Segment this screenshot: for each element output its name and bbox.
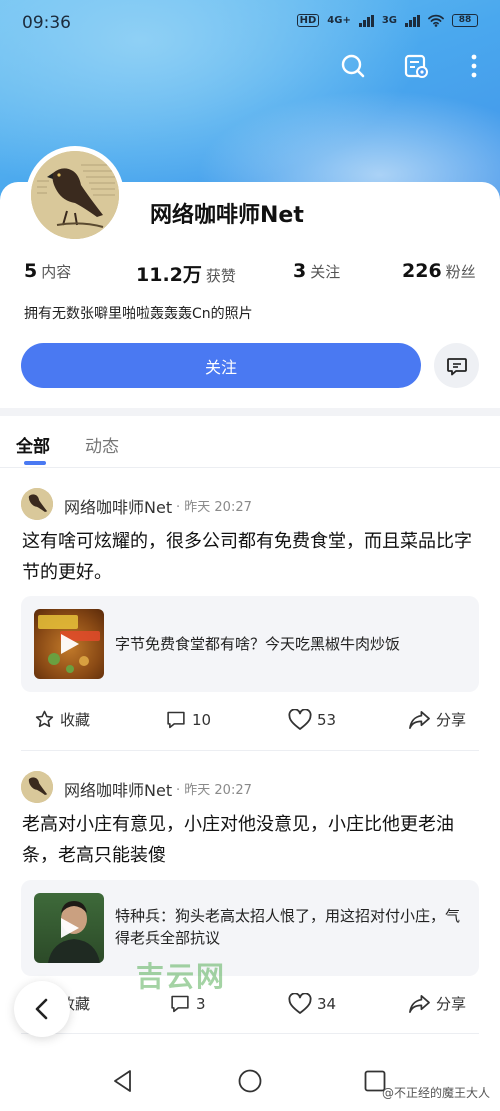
follow-button-label: 关注 <box>204 357 237 377</box>
play-icon <box>61 634 79 654</box>
chat-bubble-icon <box>446 357 467 375</box>
stat-followers[interactable]: 226 粉丝 <box>402 260 476 282</box>
video-thumbnail <box>34 893 104 963</box>
stat-value: 226 <box>402 260 442 282</box>
share-icon <box>409 711 430 729</box>
chevron-left-icon <box>35 998 48 1020</box>
collect-label: 收藏 <box>60 711 91 729</box>
search-button[interactable] <box>337 50 369 82</box>
post-author-name[interactable]: 网络咖啡师Net <box>64 494 172 518</box>
video-link-title: 字节免费食堂都有啥？今天吃黑椒牛肉炒饭 <box>115 635 401 653</box>
share-label: 分享 <box>436 711 467 729</box>
post-text[interactable]: 这有啥可炫耀的，很多公司都有免费食堂，而且菜品比字节的更好。 <box>22 526 482 588</box>
active-tab-indicator <box>24 461 46 465</box>
source-credit: @不正经的魔王大人 <box>381 1086 490 1100</box>
content-tabs: 全部 动态 <box>0 416 500 468</box>
like-count: 34 <box>317 995 337 1013</box>
comment-button[interactable]: 10 <box>165 709 211 730</box>
follow-button[interactable]: 关注 <box>21 343 421 388</box>
status-time: 09:36 <box>22 13 71 33</box>
network-3g-label: 3G <box>381 15 397 26</box>
profile-avatar[interactable] <box>26 146 124 244</box>
status-bar: 09:36 HD 4G+ 3G 88 <box>0 0 500 46</box>
comment-count: 3 <box>196 994 206 1013</box>
bird-illustration-icon <box>21 771 53 803</box>
heart-icon <box>288 709 312 730</box>
post-divider <box>21 750 479 751</box>
stat-label: 粉丝 <box>445 263 476 281</box>
status-icons: HD 4G+ 3G 88 <box>296 14 478 27</box>
hd-indicator: HD <box>296 14 320 27</box>
stat-label: 内容 <box>41 263 72 281</box>
network-4g-label: 4G+ <box>327 15 351 26</box>
comment-icon <box>167 711 185 729</box>
video-link-title: 特种兵：狗头老高太招人恨了，用这招对付小庄，气得老兵全部抗议 <box>115 907 461 947</box>
video-link-card[interactable]: 特种兵：狗头老高太招人恨了，用这招对付小庄，气得老兵全部抗议 <box>21 880 479 976</box>
post-divider <box>21 1033 479 1034</box>
post-author-avatar[interactable] <box>21 771 53 803</box>
more-vertical-icon <box>471 54 477 78</box>
profile-stats: 5 内容 11.2万 获赞 3 关注 226 粉丝 <box>0 260 500 286</box>
star-icon <box>35 710 54 728</box>
signal-icon <box>358 14 374 27</box>
collect-button[interactable]: 收藏 <box>34 709 90 730</box>
video-link-card[interactable]: 字节免费食堂都有啥？今天吃黑椒牛肉炒饭 <box>21 596 479 692</box>
stat-likes[interactable]: 11.2万 获赞 <box>136 260 236 287</box>
post-author-name[interactable]: 网络咖啡师Net <box>64 777 172 801</box>
post-actions: 收藏 10 53 分享 <box>0 709 500 735</box>
like-button[interactable]: 34 <box>288 993 336 1015</box>
nav-home-icon[interactable] <box>237 1068 263 1094</box>
comment-icon <box>171 995 189 1013</box>
tab-all[interactable]: 全部 <box>16 432 50 457</box>
stat-value: 11.2万 <box>136 264 202 286</box>
back-button[interactable] <box>14 981 70 1037</box>
bird-illustration-icon <box>21 488 53 520</box>
profile-name: 网络咖啡师Net <box>150 203 304 228</box>
site-watermark: 吉云网 <box>136 960 227 993</box>
post-card[interactable]: 网络咖啡师Net · 昨天 20:27 这有啥可炫耀的，很多公司都有免费食堂，而… <box>0 488 500 750</box>
share-button[interactable]: 分享 <box>408 993 466 1014</box>
stat-value: 3 <box>293 260 307 282</box>
like-button[interactable]: 53 <box>288 709 336 731</box>
post-actions: 收藏 3 34 分享 <box>0 993 500 1019</box>
more-options-button[interactable] <box>458 50 490 82</box>
stat-label: 关注 <box>310 263 341 281</box>
profile-card-button[interactable] <box>400 50 432 82</box>
tab-activity[interactable]: 动态 <box>85 432 119 457</box>
profile-card-icon <box>404 54 428 78</box>
stat-label: 获赞 <box>205 267 236 285</box>
post-timestamp: · 昨天 20:27 <box>176 500 252 515</box>
heart-icon <box>288 993 312 1014</box>
share-label: 分享 <box>436 995 467 1013</box>
comment-count: 10 <box>192 710 212 729</box>
post-card[interactable]: 网络咖啡师Net · 昨天 20:27 老高对小庄有意见，小庄对他没意见，小庄比… <box>0 771 500 1033</box>
post-timestamp: · 昨天 20:27 <box>176 783 252 798</box>
battery-icon: 88 <box>452 14 478 27</box>
nav-back-icon[interactable] <box>110 1068 136 1094</box>
post-author-avatar[interactable] <box>21 488 53 520</box>
message-button[interactable] <box>434 343 479 388</box>
post-text[interactable]: 老高对小庄有意见，小庄对他没意见，小庄比他更老油条，老高只能装傻 <box>22 809 482 871</box>
search-icon <box>341 54 365 78</box>
video-thumbnail <box>34 609 104 679</box>
profile-bio: 拥有无数张噼里啪啦轰轰轰Cn的照片 <box>24 306 253 322</box>
stat-posts[interactable]: 5 内容 <box>24 260 71 282</box>
avatar-image <box>31 151 119 239</box>
bird-illustration-icon <box>31 151 119 239</box>
section-separator <box>0 408 500 416</box>
wifi-icon <box>428 14 444 27</box>
share-icon <box>409 995 430 1013</box>
stat-following[interactable]: 3 关注 <box>293 260 340 282</box>
stat-value: 5 <box>24 260 38 282</box>
signal-icon-2 <box>405 14 420 27</box>
share-button[interactable]: 分享 <box>408 709 466 730</box>
system-nav-bar <box>0 1050 500 1111</box>
comment-button[interactable]: 3 <box>169 993 206 1014</box>
like-count: 53 <box>317 711 337 729</box>
play-icon <box>61 918 79 938</box>
